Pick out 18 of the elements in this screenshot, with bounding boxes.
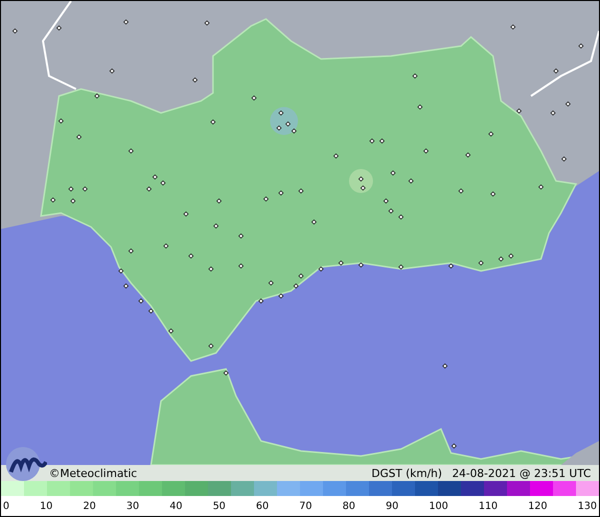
- scale-tick-label: 30: [126, 500, 140, 512]
- scale-tick-label: 100: [428, 500, 448, 512]
- scale-tick-label: 120: [528, 500, 548, 512]
- logo-icon: [5, 446, 47, 482]
- scale-tick-label: 20: [83, 500, 96, 512]
- scale-tick-label: 40: [170, 500, 182, 512]
- timestamp-text: 24-08-2021 @ 23:51 UTC: [452, 466, 591, 480]
- scale-tick-label: 60: [256, 500, 269, 512]
- scale-tick-label: 10: [40, 500, 53, 512]
- credit-text: ©Meteoclimatic: [49, 466, 138, 480]
- variable-label: DGST (km/h): [372, 466, 442, 480]
- scale-tick-label: 110: [478, 500, 498, 512]
- scale-tick-label: 130: [578, 500, 597, 512]
- scale-tick-label: 0: [3, 500, 10, 512]
- scale-tick-label: 80: [342, 500, 356, 512]
- scale-tick-label: 70: [299, 500, 312, 512]
- scale-tick-label: 90: [386, 500, 398, 512]
- scale-tick-label: 50: [212, 500, 226, 512]
